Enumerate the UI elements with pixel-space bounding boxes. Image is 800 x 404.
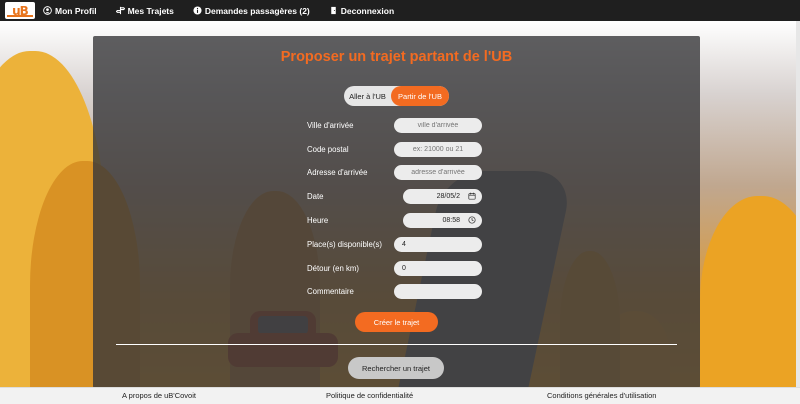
detour-label: Détour (en km) [307,264,359,273]
info-circle-icon [193,6,202,15]
page-title: Proposer un trajet partant de l'UB [280,49,513,65]
code-postal-input[interactable] [394,142,482,157]
trip-form-panel: Proposer un trajet partant de l'UB Aller… [93,36,700,388]
date-value: 28/05/2 [436,193,460,200]
logo-underline [7,15,33,17]
ville-label: Ville d'arrivée [307,121,354,130]
user-circle-icon [43,6,52,15]
heure-input[interactable]: 08:58 [403,213,482,228]
nav-label: Mon Profil [55,5,97,16]
footer-terms-link[interactable]: Conditions générales d'utilisation [547,391,656,400]
search-trip-button[interactable]: Rechercher un trajet [348,357,444,379]
footer: A propos de uB'Covoit Politique de confi… [0,387,800,404]
footer-about-link[interactable]: A propos de uB'Covoit [122,391,196,400]
places-input[interactable] [394,237,482,252]
top-navbar: uB Mon Profil Mes Trajets Demandes passa… [0,0,800,21]
scrollbar[interactable] [796,21,800,387]
heure-label: Heure [307,216,329,225]
date-label: Date [307,192,324,201]
direction-toggle: Aller à l'UB Partir de l'UB [344,86,449,106]
code-postal-label: Code postal [307,145,349,154]
clock-icon[interactable] [468,215,476,226]
nav-mes-trajets[interactable]: Mes Trajets [115,5,174,16]
create-trip-button[interactable]: Créer le trajet [355,312,438,332]
bg-hill [700,196,800,387]
adresse-label: Adresse d'arrivée [307,168,368,177]
heure-value: 08:58 [442,217,460,224]
commentaire-input[interactable] [394,284,482,299]
toggle-partir-ub[interactable]: Partir de l'UB [391,86,449,106]
detour-input[interactable] [394,261,482,276]
nav-label: Mes Trajets [127,5,174,16]
door-icon [329,6,338,15]
footer-privacy-link[interactable]: Politique de confidentialité [326,391,413,400]
route-icon [115,6,125,15]
nav-deconnexion[interactable]: Deconnexion [329,6,394,16]
nav-demandes-passageres[interactable]: Demandes passagères (2) [193,6,310,16]
ville-input[interactable] [394,118,482,133]
adresse-input[interactable] [394,165,482,180]
nav-label: Deconnexion [340,5,395,16]
commentaire-label: Commentaire [307,287,354,296]
nav-mon-profil[interactable]: Mon Profil [43,6,97,16]
date-input[interactable]: 28/05/2 [403,189,482,204]
nav-label: Demandes passagères (2) [204,5,310,16]
calendar-icon[interactable] [468,192,476,202]
divider [116,344,677,345]
places-label: Place(s) disponible(s) [307,240,382,249]
toggle-aller-ub[interactable]: Aller à l'UB [344,86,391,106]
ub-logo[interactable]: uB [5,2,35,19]
